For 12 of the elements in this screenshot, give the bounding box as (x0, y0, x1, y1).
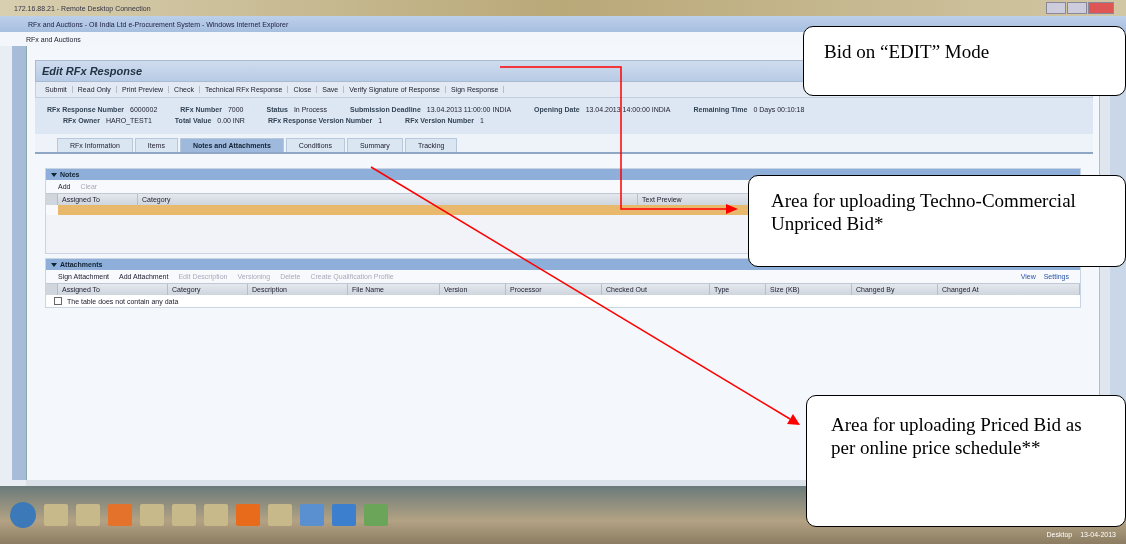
triangle-icon (51, 172, 57, 177)
page-heading: Edit RFx Response (42, 65, 143, 77)
close-button[interactable] (1088, 2, 1114, 14)
minimize-button[interactable] (1046, 2, 1066, 14)
triangle-icon (51, 262, 57, 267)
start-button[interactable] (10, 502, 36, 528)
expand-icon[interactable] (54, 297, 62, 305)
callout-tooltip: Bid on “EDIT” Mode (803, 26, 1126, 96)
callout-tooltip: Area for uploading Priced Bid as per online price schedule** (806, 395, 1126, 527)
row-selector[interactable] (46, 194, 58, 205)
callout-tooltip: Area for uploading Techno-Commercial Unpriced Bid* (748, 175, 1126, 267)
maximize-button[interactable] (1067, 2, 1087, 14)
